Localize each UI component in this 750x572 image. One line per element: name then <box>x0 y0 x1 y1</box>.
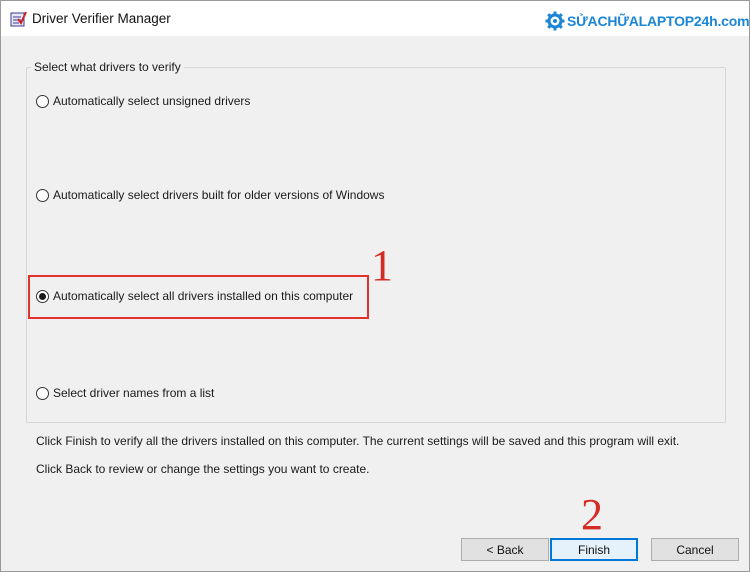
annotation-highlight-box <box>28 275 369 319</box>
radio-older-windows-drivers[interactable]: Automatically select drivers built for o… <box>36 188 384 202</box>
radio-unsigned-drivers[interactable]: Automatically select unsigned drivers <box>36 94 250 108</box>
window-title: Driver Verifier Manager <box>32 11 171 26</box>
driver-verifier-window: Driver Verifier Manager SỬACHỮALAPTOP24h… <box>0 0 750 572</box>
checklist-app-icon <box>10 11 27 27</box>
info-text-back: Click Back to review or change the setti… <box>36 462 370 476</box>
radio-label: Select driver names from a list <box>53 386 215 400</box>
radio-label: Automatically select unsigned drivers <box>53 94 251 108</box>
radio-button[interactable] <box>36 188 49 202</box>
cancel-button[interactable]: Cancel <box>651 538 739 561</box>
watermark-logo: SỬACHỮALAPTOP24h.com <box>545 10 750 32</box>
annotation-step-2: 2 <box>581 490 603 539</box>
radio-button[interactable] <box>36 386 49 400</box>
watermark-text: SỬACHỮALAPTOP24h.com <box>567 13 750 29</box>
finish-button[interactable]: Finish <box>550 538 638 561</box>
radio-label: Automatically select drivers built for o… <box>53 188 385 202</box>
annotation-step-1: 1 <box>371 241 393 290</box>
back-button[interactable]: < Back <box>461 538 549 561</box>
radio-driver-list[interactable]: Select driver names from a list <box>36 386 214 400</box>
info-text-finish: Click Finish to verify all the drivers i… <box>36 434 680 448</box>
group-label: Select what drivers to verify <box>31 60 184 74</box>
gear-icon <box>545 11 565 31</box>
radio-button[interactable] <box>36 94 49 108</box>
title-bar: Driver Verifier Manager SỬACHỮALAPTOP24h… <box>1 1 750 36</box>
